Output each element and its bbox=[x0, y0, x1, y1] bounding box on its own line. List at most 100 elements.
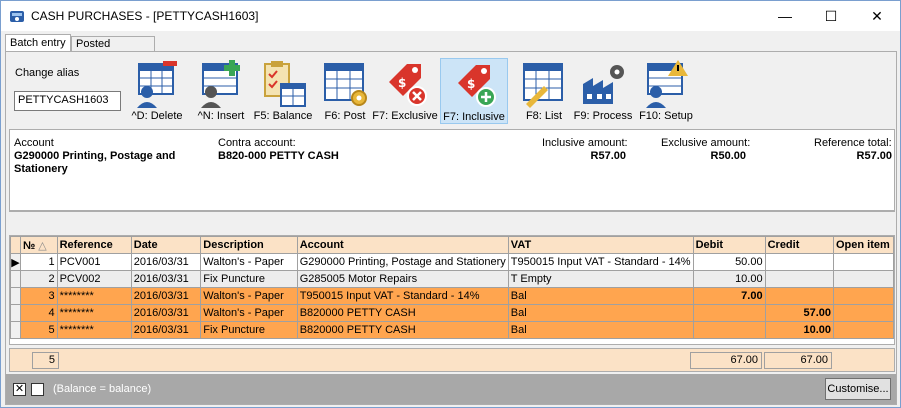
cell-credit[interactable]: 10.00 bbox=[764, 321, 835, 339]
maximize-button[interactable]: ☐ bbox=[808, 1, 854, 31]
filter-checkbox[interactable] bbox=[31, 383, 44, 396]
cell-date[interactable]: 2016/03/31 bbox=[130, 287, 202, 305]
cell-open-item[interactable] bbox=[833, 321, 894, 339]
cell-reference[interactable]: PCV001 bbox=[56, 253, 132, 271]
inclusive-icon: $ bbox=[458, 65, 496, 107]
table-row[interactable]: 3 ******** 2016/03/31 Walton's - Paper T… bbox=[10, 287, 894, 305]
cell-credit[interactable] bbox=[764, 253, 835, 271]
cell-no[interactable]: 4 bbox=[19, 304, 58, 322]
alias-input[interactable]: PETTYCASH1603 bbox=[14, 91, 121, 111]
insert-icon bbox=[201, 60, 240, 108]
cell-vat[interactable]: T Empty bbox=[507, 270, 694, 288]
insert-label: ^N: Insert bbox=[197, 110, 245, 122]
cell-account[interactable]: T950015 Input VAT - Standard - 14% bbox=[296, 287, 509, 305]
cell-date[interactable]: 2016/03/31 bbox=[130, 304, 202, 322]
minimize-button[interactable]: — bbox=[762, 1, 808, 31]
table-row[interactable]: ▶ 1 PCV001 2016/03/31 Walton's - Paper G… bbox=[10, 253, 894, 271]
col-header-date[interactable]: Date bbox=[130, 236, 202, 254]
cell-reference[interactable]: ******** bbox=[56, 321, 132, 339]
insert-button[interactable]: ^N: Insert bbox=[187, 58, 255, 124]
exclusive-button[interactable]: $ F7: Exclusive bbox=[371, 58, 439, 124]
cell-debit[interactable]: 10.00 bbox=[692, 270, 766, 288]
cell-description[interactable]: Walton's - Paper bbox=[200, 304, 298, 322]
list-button[interactable]: F8: List bbox=[510, 58, 578, 124]
cell-no[interactable]: 2 bbox=[19, 270, 58, 288]
cell-account[interactable]: B820000 PETTY CASH bbox=[296, 321, 509, 339]
setup-label: F10: Setup bbox=[639, 110, 693, 122]
col-header-no[interactable]: № △ bbox=[19, 236, 58, 254]
cell-debit[interactable] bbox=[692, 321, 766, 339]
filter-checkbox-checked[interactable]: ✕ bbox=[13, 383, 26, 396]
batch-summary: Account G290000 Printing, Postage and St… bbox=[9, 129, 895, 212]
inclusive-button[interactable]: $ F7: Inclusive bbox=[440, 58, 508, 124]
cell-vat[interactable]: T950015 Input VAT - Standard - 14% bbox=[507, 253, 694, 271]
col-header-open-item[interactable]: Open item bbox=[833, 236, 894, 254]
inclusive-label: F7: Inclusive bbox=[443, 111, 505, 123]
cell-no[interactable]: 5 bbox=[19, 321, 58, 339]
exclusive-icon: $ bbox=[389, 64, 427, 106]
table-row[interactable]: 2 PCV002 2016/03/31 Fix Puncture G285005… bbox=[10, 270, 894, 288]
cell-open-item[interactable] bbox=[833, 270, 894, 288]
window-title: CASH PURCHASES - [PETTYCASH1603] bbox=[31, 9, 259, 23]
table-row[interactable]: 4 ******** 2016/03/31 Walton's - Paper B… bbox=[10, 304, 894, 322]
cell-open-item[interactable] bbox=[833, 253, 894, 271]
cell-reference[interactable]: ******** bbox=[56, 304, 132, 322]
customise-button[interactable]: Customise... bbox=[825, 378, 891, 400]
balance-status-text: (Balance = balance) bbox=[53, 383, 152, 395]
cell-account[interactable]: B820000 PETTY CASH bbox=[296, 304, 509, 322]
cell-description[interactable]: Fix Puncture bbox=[200, 321, 298, 339]
credit-total: 67.00 bbox=[764, 352, 832, 369]
row-indicator bbox=[10, 287, 21, 305]
cell-reference[interactable]: PCV002 bbox=[56, 270, 132, 288]
table-row[interactable]: 5 ******** 2016/03/31 Fix Puncture B8200… bbox=[10, 321, 894, 339]
list-label: F8: List bbox=[525, 110, 563, 122]
cell-reference[interactable]: ******** bbox=[56, 287, 132, 305]
row-count: 5 bbox=[32, 352, 59, 369]
setup-button[interactable]: F10: Setup bbox=[632, 58, 700, 124]
exclusive-caption: Exclusive amount: bbox=[661, 137, 751, 149]
cell-account[interactable]: G290000 Printing, Postage and Stationery bbox=[296, 253, 509, 271]
delete-button[interactable]: ^D: Delete bbox=[123, 58, 191, 124]
cell-date[interactable]: 2016/03/31 bbox=[130, 253, 202, 271]
cell-account[interactable]: G285005 Motor Repairs bbox=[296, 270, 509, 288]
post-label: F6: Post bbox=[324, 110, 366, 122]
cell-vat[interactable]: Bal bbox=[507, 287, 694, 305]
cell-description[interactable]: Walton's - Paper bbox=[200, 287, 298, 305]
journal-grid[interactable]: № △ Reference Date Description Account V… bbox=[9, 235, 895, 345]
cell-description[interactable]: Walton's - Paper bbox=[200, 253, 298, 271]
col-header-credit[interactable]: Credit bbox=[764, 236, 835, 254]
current-row-icon: ▶ bbox=[10, 253, 21, 271]
col-header-vat[interactable]: VAT bbox=[507, 236, 694, 254]
cell-credit[interactable] bbox=[764, 287, 835, 305]
sort-icon[interactable]: △ bbox=[38, 240, 46, 252]
tab-posted-batches[interactable]: Posted batches bbox=[71, 36, 155, 62]
cell-no[interactable]: 1 bbox=[19, 253, 58, 271]
cell-open-item[interactable] bbox=[833, 287, 894, 305]
cell-date[interactable]: 2016/03/31 bbox=[130, 270, 202, 288]
cell-debit[interactable]: 50.00 bbox=[692, 253, 766, 271]
cell-description[interactable]: Fix Puncture bbox=[200, 270, 298, 288]
cell-debit[interactable]: 7.00 bbox=[692, 287, 766, 305]
col-header-account[interactable]: Account bbox=[296, 236, 509, 254]
reftotal-caption: Reference total: bbox=[814, 137, 892, 149]
close-button[interactable]: ✕ bbox=[854, 1, 900, 31]
post-button[interactable]: F6: Post bbox=[311, 58, 379, 124]
cell-no[interactable]: 3 bbox=[19, 287, 58, 305]
account-caption: Account bbox=[14, 137, 54, 149]
cell-credit[interactable] bbox=[764, 270, 835, 288]
cell-vat[interactable]: Bal bbox=[507, 304, 694, 322]
cell-open-item[interactable] bbox=[833, 304, 894, 322]
cell-debit[interactable] bbox=[692, 304, 766, 322]
row-indicator-header bbox=[10, 236, 21, 254]
balance-label: F5: Balance bbox=[253, 110, 313, 122]
col-header-debit[interactable]: Debit bbox=[692, 236, 766, 254]
cell-date[interactable]: 2016/03/31 bbox=[130, 321, 202, 339]
col-header-reference[interactable]: Reference bbox=[56, 236, 132, 254]
process-button[interactable]: F9: Process bbox=[569, 58, 637, 124]
cell-credit[interactable]: 57.00 bbox=[764, 304, 835, 322]
summary-divider bbox=[10, 210, 894, 211]
col-header-description[interactable]: Description bbox=[200, 236, 298, 254]
balance-button[interactable]: F5: Balance bbox=[249, 58, 317, 124]
cell-vat[interactable]: Bal bbox=[507, 321, 694, 339]
contra-caption: Contra account: bbox=[218, 137, 296, 149]
